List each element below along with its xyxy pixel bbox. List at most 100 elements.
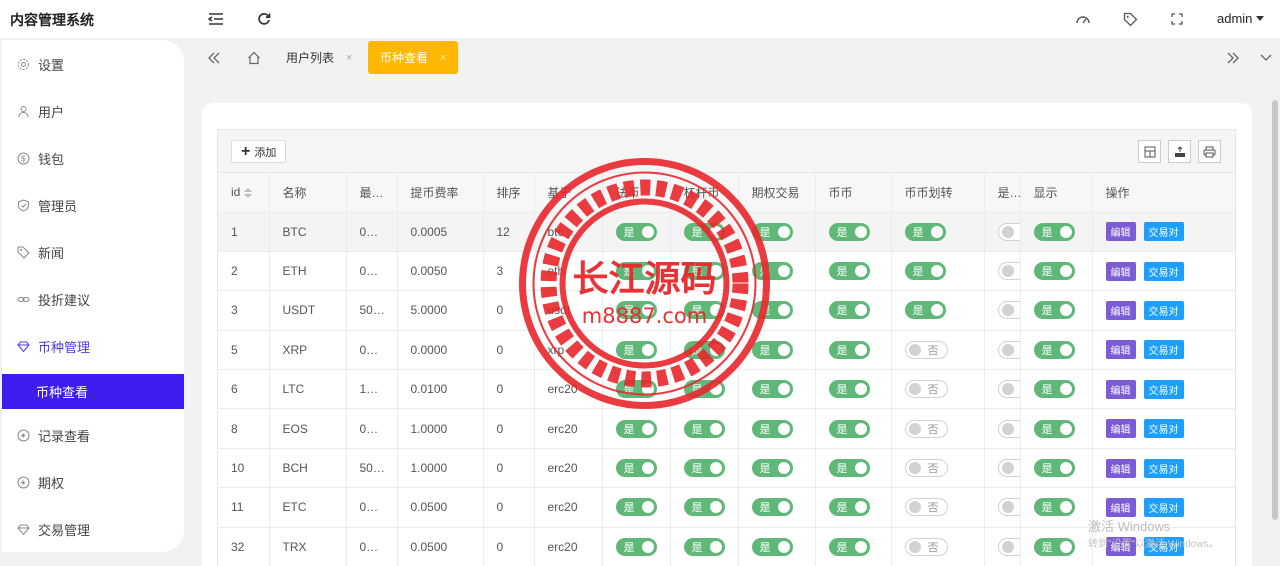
options-trade-toggle[interactable]: 是 bbox=[751, 340, 793, 359]
leverage-toggle[interactable]: 是 bbox=[683, 537, 725, 556]
display-toggle[interactable]: 是 bbox=[1033, 537, 1075, 556]
flag-toggle[interactable] bbox=[997, 419, 1019, 438]
table-row[interactable]: 3 USDT 50… 5.0000 0 usdt 是是是是是是编辑 交易对 bbox=[218, 290, 1235, 331]
tabs-scroll-right-icon[interactable] bbox=[1223, 48, 1243, 68]
sidebar-item-records[interactable]: 记录查看 bbox=[2, 417, 184, 453]
trading-pair-button[interactable]: 交易对 bbox=[1143, 222, 1184, 242]
display-toggle[interactable]: 是 bbox=[1033, 340, 1075, 359]
leverage-toggle[interactable]: 是 bbox=[683, 301, 725, 320]
edit-button[interactable]: 编辑 bbox=[1105, 497, 1136, 517]
tab-user-list[interactable]: 用户列表 × bbox=[286, 41, 352, 74]
spot-toggle[interactable]: 是 bbox=[828, 498, 870, 517]
table-row[interactable]: 1 BTC 0… 0.0005 12 btc 是是是是是是编辑 交易对 bbox=[218, 212, 1235, 252]
display-toggle[interactable]: 是 bbox=[1033, 262, 1075, 281]
sidebar-item-options[interactable]: 期权 bbox=[2, 464, 184, 500]
refresh-icon[interactable] bbox=[254, 9, 274, 29]
tabs-scroll-left-icon[interactable] bbox=[204, 48, 224, 68]
chevron-down-icon[interactable] bbox=[1256, 48, 1276, 68]
flag-toggle[interactable] bbox=[997, 262, 1019, 281]
spot-transfer-toggle[interactable]: 否 bbox=[904, 419, 948, 438]
trading-pair-button[interactable]: 交易对 bbox=[1143, 340, 1184, 360]
spot-transfer-toggle[interactable]: 是 bbox=[904, 262, 946, 281]
page-scrollbar[interactable] bbox=[1270, 96, 1280, 566]
options-trade-toggle[interactable]: 是 bbox=[751, 537, 793, 556]
leverage-toggle[interactable]: 是 bbox=[683, 459, 725, 478]
display-toggle[interactable]: 是 bbox=[1033, 498, 1075, 517]
dashboard-icon[interactable] bbox=[1073, 9, 1093, 29]
spot-toggle[interactable]: 是 bbox=[828, 301, 870, 320]
spot-toggle[interactable]: 是 bbox=[828, 419, 870, 438]
display-toggle[interactable]: 是 bbox=[1033, 301, 1075, 320]
sidebar-item-users[interactable]: 用户 bbox=[2, 93, 184, 129]
options-trade-toggle[interactable]: 是 bbox=[751, 459, 793, 478]
collapse-menu-icon[interactable] bbox=[206, 9, 226, 29]
options-trade-toggle[interactable]: 是 bbox=[751, 419, 793, 438]
options-trade-toggle[interactable]: 是 bbox=[751, 301, 793, 320]
fiat-toggle[interactable]: 是 bbox=[615, 537, 657, 556]
leverage-toggle[interactable]: 是 bbox=[683, 262, 725, 281]
spot-transfer-toggle[interactable]: 是 bbox=[904, 301, 946, 320]
edit-button[interactable]: 编辑 bbox=[1105, 222, 1136, 242]
options-trade-toggle[interactable]: 是 bbox=[751, 380, 793, 399]
sort-icon[interactable] bbox=[244, 188, 253, 199]
print-icon[interactable] bbox=[1198, 140, 1221, 163]
tab-currency-view[interactable]: 币种查看 × bbox=[368, 41, 459, 74]
edit-button[interactable]: 编辑 bbox=[1105, 261, 1136, 281]
sidebar-subitem-currency-view[interactable]: 币种查看 bbox=[2, 374, 184, 409]
sidebar-item-feedback[interactable]: 投折建议 bbox=[2, 281, 184, 317]
fiat-toggle[interactable]: 是 bbox=[615, 301, 657, 320]
display-toggle[interactable]: 是 bbox=[1033, 419, 1075, 438]
fiat-toggle[interactable]: 是 bbox=[615, 459, 657, 478]
table-row[interactable]: 5 XRP 0… 0.0000 0 xrp 是是是是否是编辑 交易对 bbox=[218, 330, 1235, 371]
spot-toggle[interactable]: 是 bbox=[828, 380, 870, 399]
spot-transfer-toggle[interactable]: 否 bbox=[904, 340, 948, 359]
spot-transfer-toggle[interactable]: 是 bbox=[904, 222, 946, 241]
options-trade-toggle[interactable]: 是 bbox=[751, 222, 793, 241]
edit-button[interactable]: 编辑 bbox=[1105, 340, 1136, 360]
add-button[interactable]: + 添加 bbox=[231, 140, 287, 163]
flag-toggle[interactable] bbox=[997, 340, 1019, 359]
spot-transfer-toggle[interactable]: 否 bbox=[904, 380, 948, 399]
tab-close-icon[interactable]: × bbox=[346, 52, 352, 64]
fiat-toggle[interactable]: 是 bbox=[615, 419, 657, 438]
tag-icon[interactable] bbox=[1120, 9, 1140, 29]
tab-close-icon[interactable]: × bbox=[440, 52, 446, 64]
trading-pair-button[interactable]: 交易对 bbox=[1143, 497, 1184, 517]
options-trade-toggle[interactable]: 是 bbox=[751, 262, 793, 281]
spot-transfer-toggle[interactable]: 否 bbox=[904, 498, 948, 517]
fullscreen-icon[interactable] bbox=[1167, 9, 1187, 29]
leverage-toggle[interactable]: 是 bbox=[683, 419, 725, 438]
display-toggle[interactable]: 是 bbox=[1033, 380, 1075, 399]
fiat-toggle[interactable]: 是 bbox=[615, 222, 657, 241]
leverage-toggle[interactable]: 是 bbox=[683, 222, 725, 241]
sidebar-item-currency-management[interactable]: 币种管理 bbox=[2, 328, 184, 364]
fiat-toggle[interactable]: 是 bbox=[615, 262, 657, 281]
sidebar-item-trade-management[interactable]: 交易管理 bbox=[2, 511, 184, 547]
fiat-toggle[interactable]: 是 bbox=[615, 498, 657, 517]
spot-transfer-toggle[interactable]: 否 bbox=[904, 537, 948, 556]
spot-toggle[interactable]: 是 bbox=[828, 537, 870, 556]
trading-pair-button[interactable]: 交易对 bbox=[1143, 537, 1184, 557]
fiat-toggle[interactable]: 是 bbox=[615, 380, 657, 399]
leverage-toggle[interactable]: 是 bbox=[683, 380, 725, 399]
display-toggle[interactable]: 是 bbox=[1033, 222, 1075, 241]
flag-toggle[interactable] bbox=[997, 498, 1019, 517]
trading-pair-button[interactable]: 交易对 bbox=[1143, 419, 1184, 439]
edit-button[interactable]: 编辑 bbox=[1105, 379, 1136, 399]
column-header-id[interactable]: id bbox=[218, 173, 270, 213]
sidebar-item-settings[interactable]: 设置 bbox=[2, 46, 184, 82]
spot-toggle[interactable]: 是 bbox=[828, 262, 870, 281]
flag-toggle[interactable] bbox=[997, 222, 1019, 241]
trading-pair-button[interactable]: 交易对 bbox=[1143, 458, 1184, 478]
flag-toggle[interactable] bbox=[997, 301, 1019, 320]
table-row[interactable]: 8 EOS 0… 1.0000 0 erc20 是是是是否是编辑 交易对 bbox=[218, 408, 1235, 449]
columns-filter-icon[interactable] bbox=[1138, 140, 1161, 163]
trading-pair-button[interactable]: 交易对 bbox=[1143, 300, 1184, 320]
sidebar-item-wallet[interactable]: $ 钱包 bbox=[2, 140, 184, 176]
leverage-toggle[interactable]: 是 bbox=[683, 498, 725, 517]
spot-toggle[interactable]: 是 bbox=[828, 340, 870, 359]
sidebar-item-admins[interactable]: 管理员 bbox=[2, 187, 184, 223]
flag-toggle[interactable] bbox=[997, 537, 1019, 556]
edit-button[interactable]: 编辑 bbox=[1105, 537, 1136, 557]
leverage-toggle[interactable]: 是 bbox=[683, 340, 725, 359]
